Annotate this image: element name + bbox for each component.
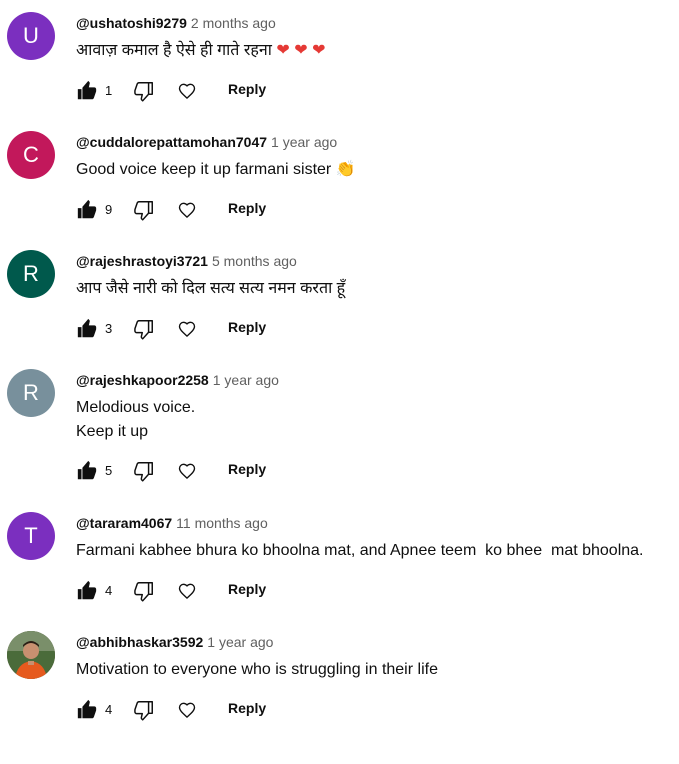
profile-photo <box>7 631 55 679</box>
avatar[interactable]: R <box>7 250 55 298</box>
reply-button[interactable]: Reply <box>220 461 274 477</box>
comment-author[interactable]: @tararam4067 <box>76 515 172 531</box>
thumbs-up-icon <box>77 80 97 100</box>
like-count: 4 <box>105 702 113 717</box>
comment-text-body: Good voice keep it up farmani sister <box>76 161 332 178</box>
comment-author[interactable]: @rajeshkapoor2258 <box>76 372 209 388</box>
comment-actions: 1 Reply <box>72 76 332 106</box>
thumbs-up-icon <box>77 318 97 338</box>
avatar-letter: U <box>23 23 39 48</box>
comment-actions: 3 Reply <box>72 314 332 344</box>
comment-time[interactable]: 1 year ago <box>207 634 273 650</box>
thumbs-up-icon <box>77 580 97 600</box>
creator-heart-button[interactable] <box>172 576 202 606</box>
comment-text-body: आवाज़ कमाल है ऐसे ही गाते रहना <box>76 42 272 59</box>
dislike-button[interactable] <box>129 576 159 606</box>
comment-author[interactable]: @ushatoshi9279 <box>76 15 187 31</box>
comment-actions: 4 Reply <box>72 576 332 606</box>
like-count: 1 <box>105 83 113 98</box>
reply-button[interactable]: Reply <box>220 581 274 597</box>
comment-time[interactable]: 2 months ago <box>191 15 276 31</box>
dislike-button[interactable] <box>129 76 159 106</box>
heart-emoji: ❤ ❤ ❤ <box>276 42 326 59</box>
reply-button[interactable]: Reply <box>220 319 274 335</box>
avatar[interactable]: T <box>7 512 55 560</box>
avatar[interactable]: R <box>7 369 55 417</box>
thumbs-down-icon <box>134 462 153 482</box>
clapping-hands-emoji: 👏 <box>335 161 356 178</box>
comment-text: आवाज़ कमाल है ऐसे ही गाते रहना ❤ ❤ ❤ <box>76 39 325 63</box>
comment-header: @tararam4067 11 months ago <box>76 515 268 533</box>
creator-heart-button[interactable] <box>172 695 202 725</box>
like-button[interactable] <box>72 456 102 486</box>
comment-actions: 9 Reply <box>72 195 332 225</box>
thumbs-up-icon <box>77 699 97 719</box>
comment-header: @abhibhaskar3592 1 year ago <box>76 634 273 652</box>
like-count: 5 <box>105 463 113 478</box>
creator-heart-button[interactable] <box>172 76 202 106</box>
reply-button[interactable]: Reply <box>220 700 274 716</box>
like-button[interactable] <box>72 695 102 725</box>
comment-time[interactable]: 1 year ago <box>213 372 279 388</box>
comment-text: Farmani kabhee bhura ko bhoolna mat, and… <box>76 542 644 559</box>
heart-outline-icon <box>178 463 196 479</box>
avatar-letter: C <box>23 142 39 167</box>
like-button[interactable] <box>72 76 102 106</box>
thumbs-down-icon <box>134 320 153 340</box>
comment-header: @rajeshrastoyi3721 5 months ago <box>76 253 297 271</box>
like-count: 4 <box>105 583 113 598</box>
comment-text: Motivation to everyone who is struggling… <box>76 661 438 678</box>
reply-button[interactable]: Reply <box>220 81 274 97</box>
comment-author[interactable]: @abhibhaskar3592 <box>76 634 203 650</box>
thumbs-down-icon <box>134 701 153 721</box>
thumbs-down-icon <box>134 201 153 221</box>
like-count: 9 <box>105 202 113 217</box>
like-button[interactable] <box>72 314 102 344</box>
heart-outline-icon <box>178 702 196 718</box>
comment-actions: 5 Reply <box>72 456 332 486</box>
thumbs-up-icon <box>77 460 97 480</box>
avatar[interactable]: C <box>7 131 55 179</box>
reply-button[interactable]: Reply <box>220 200 274 216</box>
comment-header: @rajeshkapoor2258 1 year ago <box>76 372 279 390</box>
avatar-letter: R <box>23 380 39 405</box>
comment-text: आप जैसे नारी को दिल सत्य सत्य नमन करता ह… <box>76 280 346 297</box>
dislike-button[interactable] <box>129 695 159 725</box>
avatar-letter: T <box>24 523 38 548</box>
avatar-letter: R <box>23 261 39 286</box>
creator-heart-button[interactable] <box>172 314 202 344</box>
comment-actions: 4 Reply <box>72 695 332 725</box>
comment-author[interactable]: @cuddalorepattamohan7047 <box>76 134 267 150</box>
comment-text: Melodious voice. Keep it up <box>76 399 196 440</box>
creator-heart-button[interactable] <box>172 456 202 486</box>
thumbs-up-icon <box>77 199 97 219</box>
avatar[interactable]: U <box>7 12 55 60</box>
like-button[interactable] <box>72 576 102 606</box>
creator-heart-button[interactable] <box>172 195 202 225</box>
dislike-button[interactable] <box>129 456 159 486</box>
thumbs-down-icon <box>134 582 153 602</box>
heart-outline-icon <box>178 202 196 218</box>
dislike-button[interactable] <box>129 314 159 344</box>
heart-outline-icon <box>178 321 196 337</box>
comment-time[interactable]: 5 months ago <box>212 253 297 269</box>
like-button[interactable] <box>72 195 102 225</box>
thumbs-down-icon <box>134 82 153 102</box>
like-count: 3 <box>105 321 113 336</box>
comment-time[interactable]: 11 months ago <box>176 515 268 531</box>
comment-header: @ushatoshi9279 2 months ago <box>76 15 276 33</box>
heart-outline-icon <box>178 83 196 99</box>
avatar[interactable] <box>7 631 55 679</box>
comment-header: @cuddalorepattamohan7047 1 year ago <box>76 134 337 152</box>
comment-author[interactable]: @rajeshrastoyi3721 <box>76 253 208 269</box>
comment-time[interactable]: 1 year ago <box>271 134 337 150</box>
heart-outline-icon <box>178 583 196 599</box>
dislike-button[interactable] <box>129 195 159 225</box>
comment-text: Good voice keep it up farmani sister 👏 <box>76 158 356 182</box>
